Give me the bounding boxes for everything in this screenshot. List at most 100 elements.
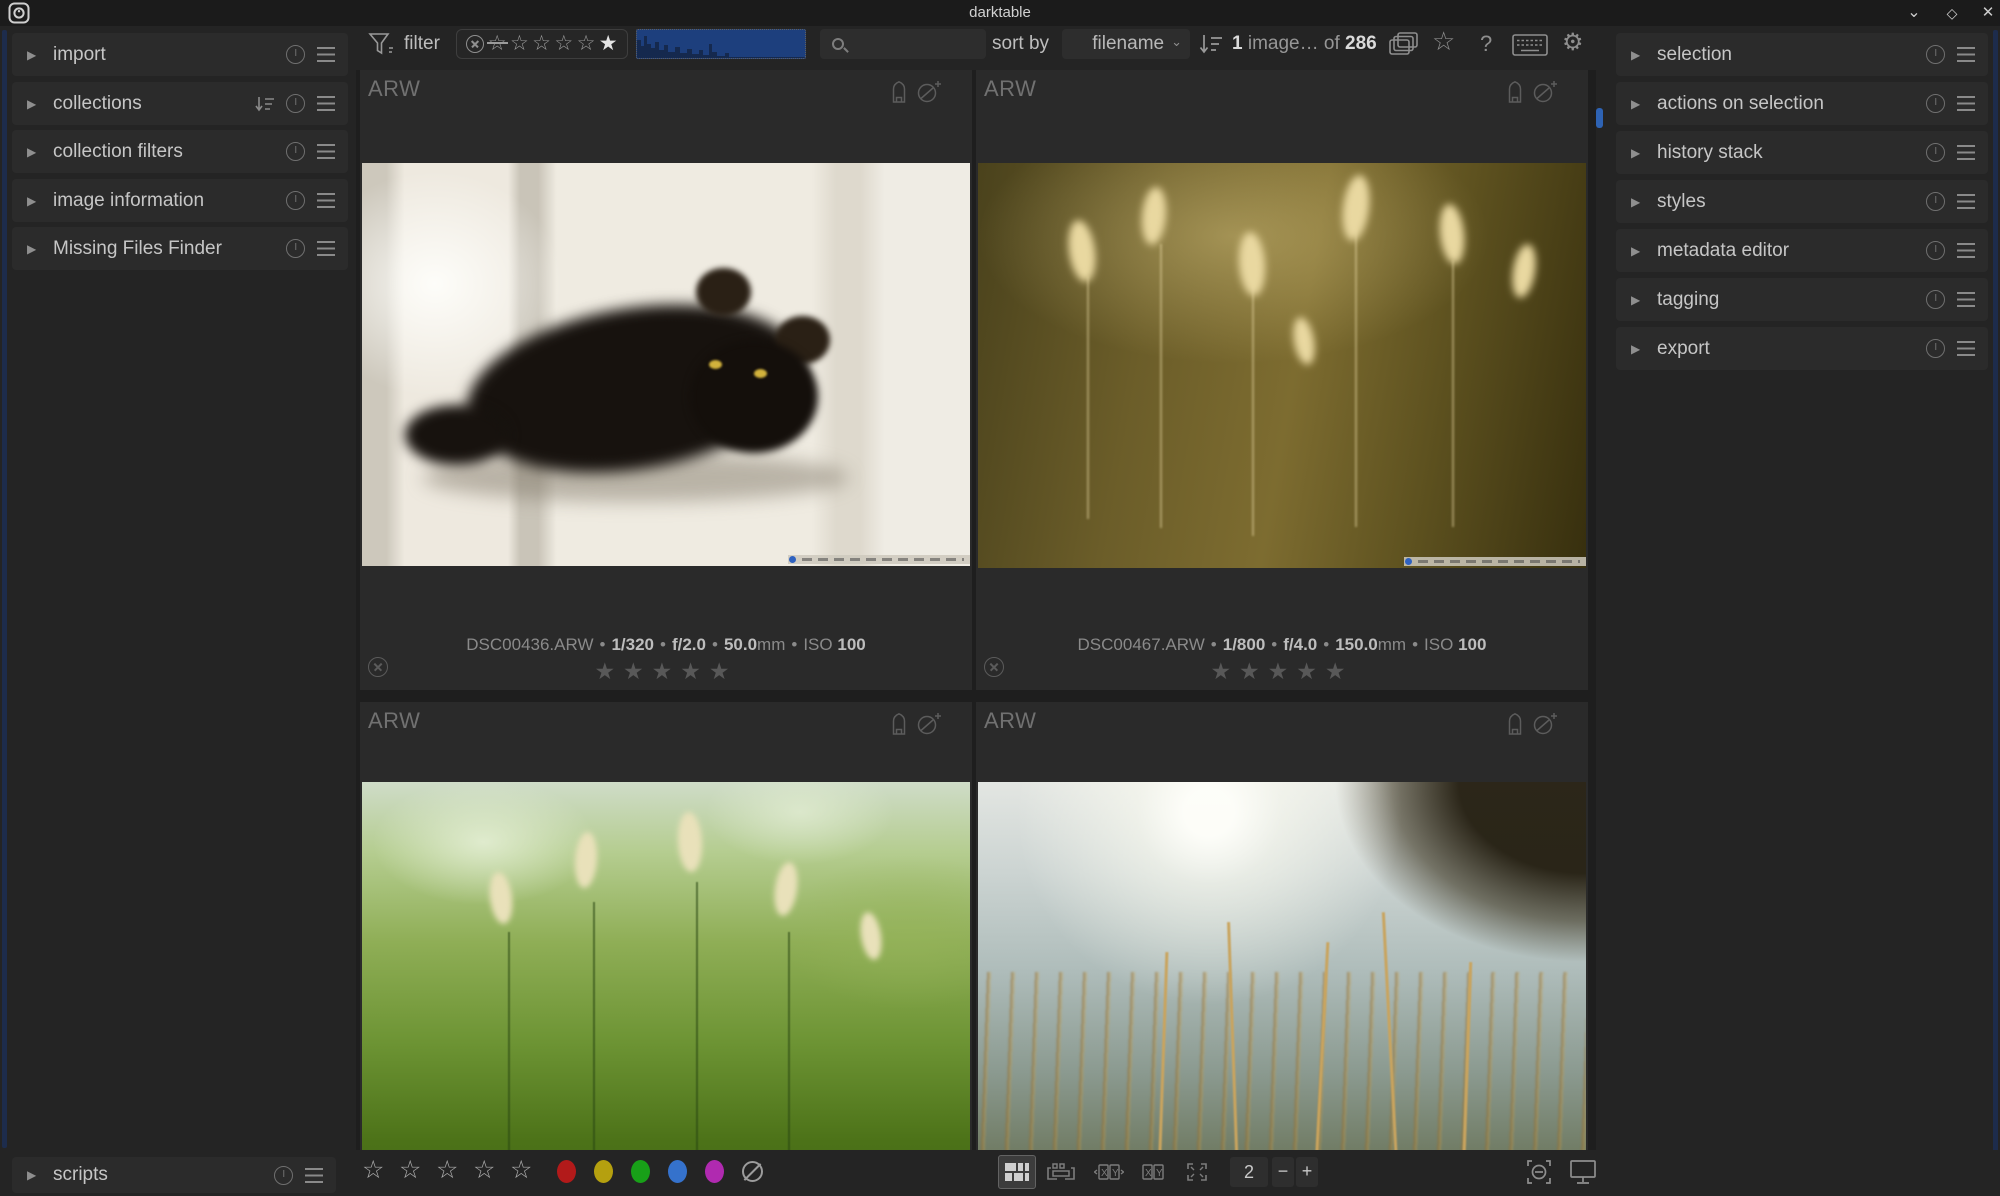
reset-icon[interactable] xyxy=(286,94,305,113)
star-filter-icon[interactable]: ☆ xyxy=(532,30,551,58)
reset-icon[interactable] xyxy=(1926,290,1945,309)
sidebar-item-export[interactable]: ▶ export xyxy=(1616,327,1988,370)
unstarred-filter-icon[interactable]: ☆ xyxy=(488,30,507,58)
view-culling-dynamic-button[interactable]: XY xyxy=(1090,1155,1128,1189)
color-label-red[interactable] xyxy=(557,1160,576,1183)
photo-reeds-thumbnail[interactable] xyxy=(978,782,1586,1150)
search-input[interactable] xyxy=(852,36,972,53)
filter-funnel-icon[interactable] xyxy=(366,30,394,58)
reset-icon[interactable] xyxy=(1926,192,1945,211)
star-rating[interactable]: ★★★★★ xyxy=(360,658,972,685)
overlays-star-button[interactable]: ☆ xyxy=(1432,26,1455,57)
reset-icon[interactable] xyxy=(286,239,305,258)
zoom-out-button[interactable]: − xyxy=(1272,1157,1294,1187)
sort-order-icon[interactable] xyxy=(254,95,276,113)
presets-menu-icon[interactable] xyxy=(1957,194,1975,209)
sidebar-item-import[interactable]: ▶ import xyxy=(12,33,348,76)
thumbnail-cell[interactable]: ARW xyxy=(976,702,1588,1150)
thumbnail-cell[interactable]: ARW DSC00436.ARW•1/320•f/2.0•50.0mm•ISO … xyxy=(360,70,972,690)
right-panel-scrollbar[interactable] xyxy=(1993,30,1998,1190)
color-label-purple[interactable] xyxy=(705,1160,724,1183)
photo-grass-thumbnail[interactable] xyxy=(362,782,970,1150)
rating-filter[interactable]: ☆ ☆ ☆ ☆ ☆ ★ xyxy=(456,29,628,59)
sidebar-item-selection[interactable]: ▶ selection xyxy=(1616,33,1988,76)
range-filter-histogram[interactable] xyxy=(636,29,806,59)
reset-icon[interactable] xyxy=(286,45,305,64)
view-zoomable-button[interactable] xyxy=(1042,1155,1080,1189)
focus-peaking-button[interactable] xyxy=(1524,1158,1554,1186)
color-label-blue[interactable] xyxy=(668,1160,687,1183)
zoom-in-button[interactable]: + xyxy=(1296,1157,1318,1187)
reject-toggle-icon[interactable] xyxy=(368,657,388,677)
presets-menu-icon[interactable] xyxy=(1957,47,1975,62)
sidebar-item-scripts[interactable]: ▶ scripts xyxy=(12,1157,336,1193)
minimize-button[interactable]: ⌄ xyxy=(1902,1,1926,25)
sidebar-item-collection-filters[interactable]: ▶ collection filters xyxy=(12,130,348,173)
sort-field-dropdown[interactable]: filename ⌄ xyxy=(1062,29,1190,59)
rating-star-2[interactable]: ☆ xyxy=(399,1155,421,1185)
star-filter-icon[interactable]: ☆ xyxy=(510,30,529,58)
reset-icon[interactable] xyxy=(286,142,305,161)
left-panel-scrollbar[interactable] xyxy=(2,30,7,1148)
rating-star-4[interactable]: ☆ xyxy=(473,1155,495,1185)
presets-menu-icon[interactable] xyxy=(317,144,335,159)
shortcuts-keyboard-button[interactable] xyxy=(1512,34,1548,56)
maximize-button[interactable]: ◇ xyxy=(1940,1,1964,25)
search-box[interactable] xyxy=(820,29,986,59)
color-label-green[interactable] xyxy=(631,1160,650,1183)
photo-cat-thumbnail[interactable] xyxy=(362,163,970,566)
view-culling-fixed-button[interactable]: XY xyxy=(1134,1155,1172,1189)
sidebar-item-metadata-editor[interactable]: ▶ metadata editor xyxy=(1616,229,1988,272)
star-filter-icon[interactable]: ☆ xyxy=(577,30,596,58)
presets-menu-icon[interactable] xyxy=(305,1168,323,1183)
reset-icon[interactable] xyxy=(1926,94,1945,113)
sidebar-item-collections[interactable]: ▶ collections xyxy=(12,82,348,125)
sidebar-item-history-stack[interactable]: ▶ history stack xyxy=(1616,131,1988,174)
star-filter-icon[interactable]: ☆ xyxy=(554,30,573,58)
presets-menu-icon[interactable] xyxy=(1957,243,1975,258)
reject-toggle-icon[interactable] xyxy=(984,657,1004,677)
lighttable-scrollbar-thumb[interactable] xyxy=(1596,108,1603,128)
photo-detail xyxy=(1237,231,1267,297)
presets-menu-icon[interactable] xyxy=(1957,145,1975,160)
presets-menu-icon[interactable] xyxy=(317,241,335,256)
rating-star-5[interactable]: ☆ xyxy=(510,1155,532,1185)
presets-menu-icon[interactable] xyxy=(317,47,335,62)
reset-icon[interactable] xyxy=(274,1166,293,1185)
thumbnail-cell[interactable]: ARW xyxy=(360,702,972,1150)
presets-menu-icon[interactable] xyxy=(317,96,335,111)
clear-color-label-icon[interactable] xyxy=(742,1161,763,1182)
rating-star-1[interactable]: ☆ xyxy=(362,1155,384,1185)
reset-icon[interactable] xyxy=(286,191,305,210)
display-profile-button[interactable] xyxy=(1568,1158,1598,1186)
help-button[interactable]: ? xyxy=(1480,31,1492,57)
rating-star-3[interactable]: ☆ xyxy=(436,1155,458,1185)
sidebar-item-styles[interactable]: ▶ styles xyxy=(1616,180,1988,223)
star-rating[interactable]: ★★★★★ xyxy=(976,658,1588,685)
view-full-preview-button[interactable] xyxy=(1178,1155,1216,1189)
presets-menu-icon[interactable] xyxy=(1957,341,1975,356)
view-filemanager-button[interactable] xyxy=(998,1155,1036,1189)
reset-icon[interactable] xyxy=(1926,45,1945,64)
reset-icon[interactable] xyxy=(1926,339,1945,358)
color-label-yellow[interactable] xyxy=(594,1160,613,1183)
star-filter-icon-active[interactable]: ★ xyxy=(599,30,618,58)
reject-filter-icon[interactable] xyxy=(466,35,484,53)
presets-menu-icon[interactable] xyxy=(317,193,335,208)
thumbnail-cell[interactable]: ARW DSC00467.ARW•1/800•f/4.0•150.0mm•ISO… xyxy=(976,70,1588,690)
grouping-button[interactable] xyxy=(1388,31,1420,57)
images-per-row-value[interactable]: 2 xyxy=(1230,1157,1268,1187)
photo-detail xyxy=(690,340,818,453)
presets-menu-icon[interactable] xyxy=(1957,292,1975,307)
presets-menu-icon[interactable] xyxy=(1957,96,1975,111)
reset-icon[interactable] xyxy=(1926,241,1945,260)
photo-grass-thumbnail[interactable] xyxy=(978,163,1586,568)
preferences-gear-button[interactable]: ⚙ xyxy=(1562,28,1584,57)
sidebar-item-image-information[interactable]: ▶ image information xyxy=(12,179,348,222)
sidebar-item-missing-files-finder[interactable]: ▶ Missing Files Finder xyxy=(12,227,348,270)
close-button[interactable]: ✕ xyxy=(1976,1,2000,25)
sidebar-item-actions-on-selection[interactable]: ▶ actions on selection xyxy=(1616,82,1988,125)
sidebar-item-tagging[interactable]: ▶ tagging xyxy=(1616,278,1988,321)
sort-direction-button[interactable] xyxy=(1198,32,1224,56)
reset-icon[interactable] xyxy=(1926,143,1945,162)
